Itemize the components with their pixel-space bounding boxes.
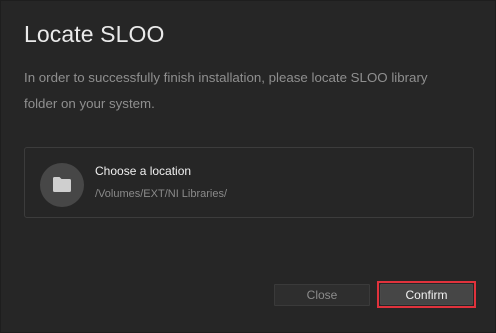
locate-dialog: Locate SLOO In order to successfully fin… bbox=[0, 0, 496, 333]
close-button[interactable]: Close bbox=[274, 284, 370, 306]
folder-icon bbox=[53, 177, 71, 192]
folder-avatar bbox=[40, 163, 84, 207]
dialog-title: Locate SLOO bbox=[24, 21, 165, 47]
dialog-description: In order to successfully finish installa… bbox=[24, 70, 428, 111]
location-path: /Volumes/EXT/NI Libraries/ bbox=[95, 188, 228, 200]
confirm-button[interactable]: Confirm bbox=[380, 284, 473, 305]
choose-location-button[interactable]: Choose a location /Volumes/EXT/NI Librar… bbox=[24, 147, 474, 218]
location-label: Choose a location bbox=[95, 164, 192, 178]
